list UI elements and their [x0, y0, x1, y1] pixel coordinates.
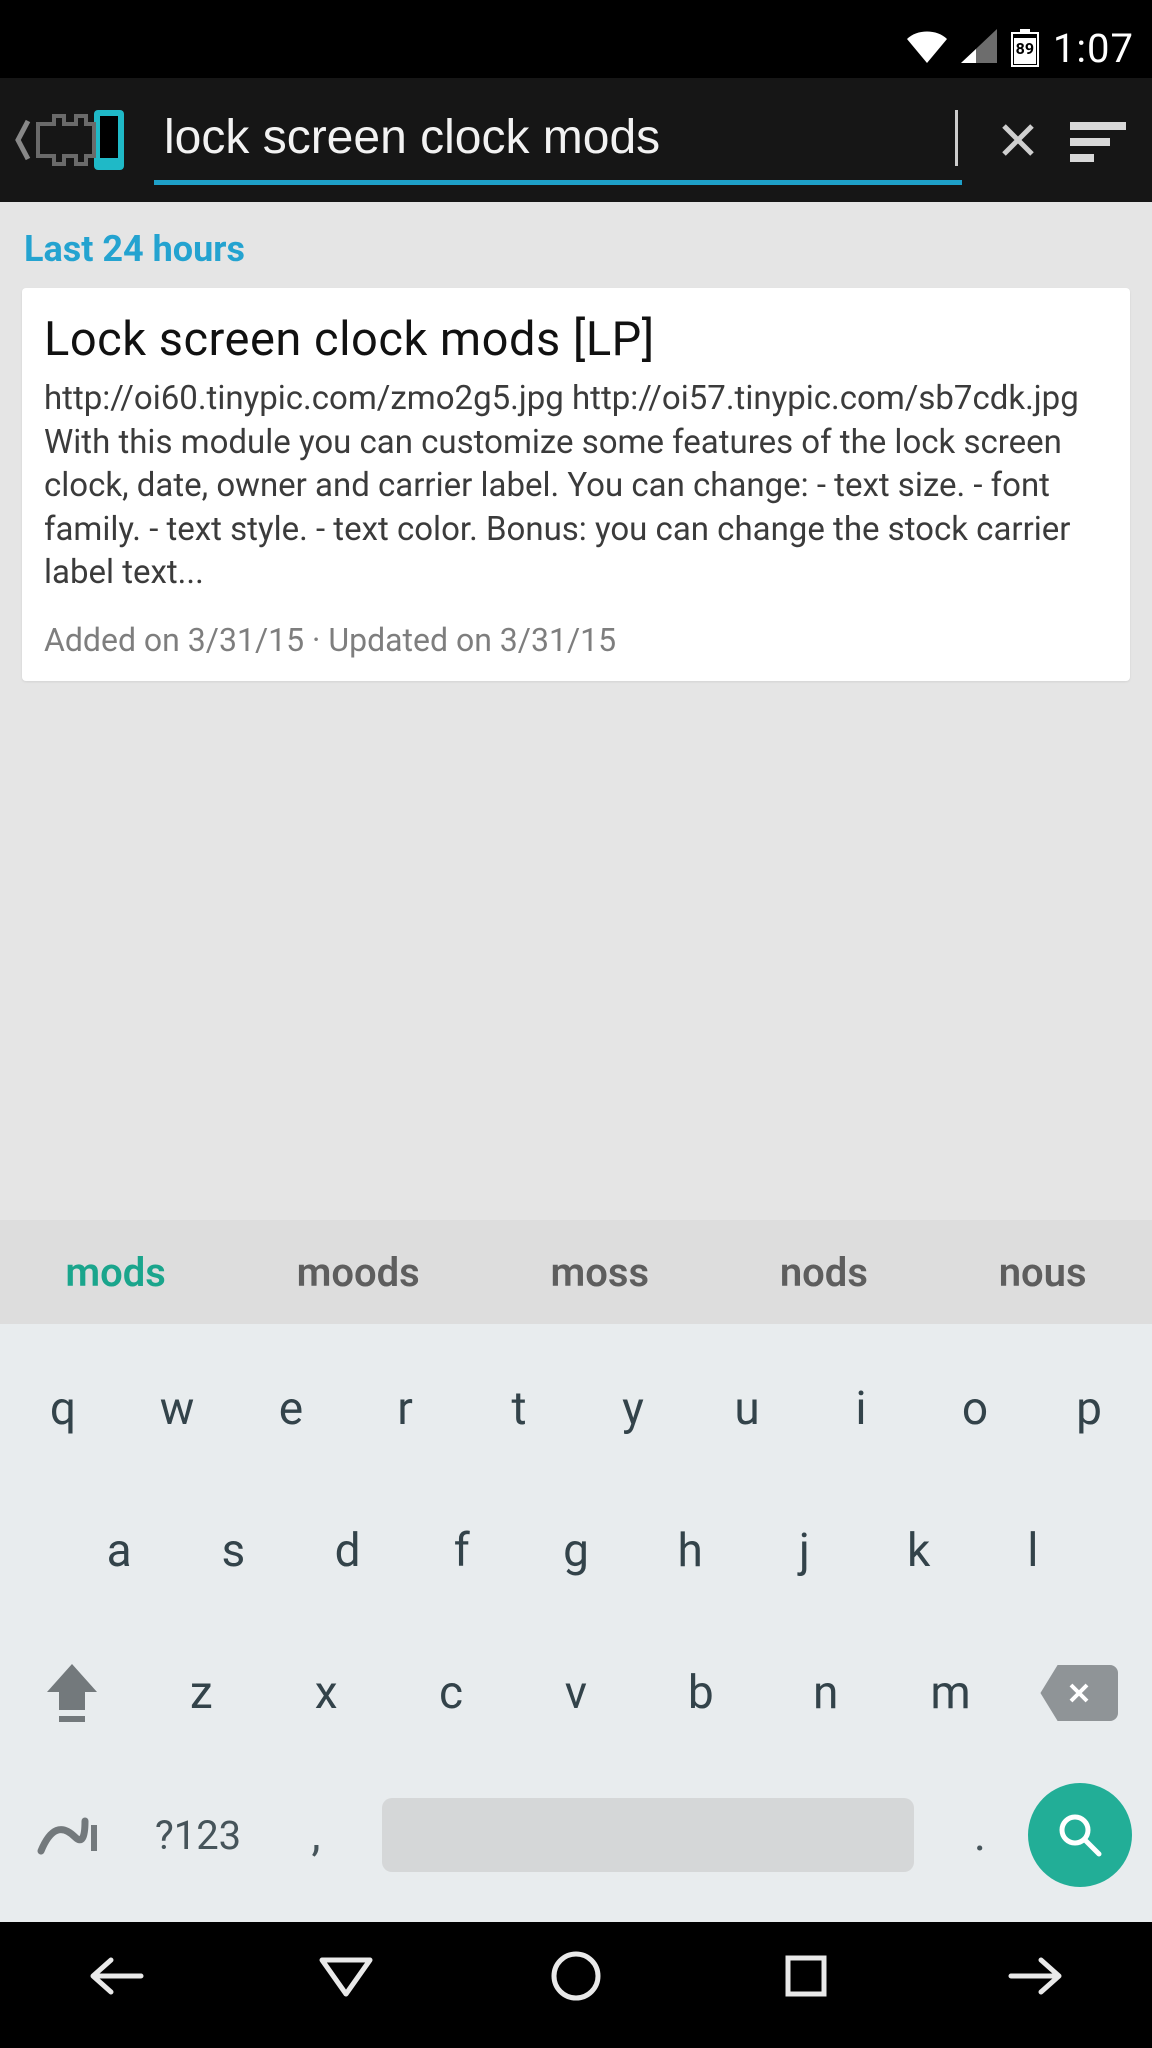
- suggestion-3[interactable]: moss: [537, 1245, 664, 1300]
- result-meta: Added on 3/31/15 · Updated on 3/31/15: [44, 621, 1108, 659]
- xposed-logo-icon: [32, 104, 128, 176]
- key-g[interactable]: g: [520, 1491, 632, 1611]
- key-t[interactable]: t: [463, 1349, 575, 1469]
- text-cursor: [955, 110, 958, 166]
- key-numeric[interactable]: ?123: [128, 1812, 268, 1859]
- keyboard-suggestions: mods moods moss nods nous: [0, 1220, 1152, 1324]
- key-r[interactable]: r: [349, 1349, 461, 1469]
- key-search[interactable]: [1028, 1783, 1132, 1887]
- key-y[interactable]: y: [577, 1349, 689, 1469]
- key-j[interactable]: j: [748, 1491, 860, 1611]
- nav-forward-arrow[interactable]: [977, 1936, 1097, 2016]
- keyboard-row-2: a s d f g h j k l: [6, 1480, 1146, 1622]
- suggestion-2[interactable]: moods: [283, 1245, 434, 1300]
- key-space[interactable]: [382, 1798, 914, 1872]
- search-icon: [1055, 1810, 1105, 1860]
- sort-button[interactable]: [1062, 104, 1134, 176]
- close-icon: [998, 120, 1038, 160]
- clear-search-button[interactable]: [982, 104, 1054, 176]
- battery-icon: 89: [1011, 29, 1039, 67]
- key-a[interactable]: a: [63, 1491, 175, 1611]
- nav-back[interactable]: [286, 1936, 406, 2016]
- nav-recents[interactable]: [746, 1936, 866, 2016]
- key-s[interactable]: s: [177, 1491, 289, 1611]
- key-u[interactable]: u: [691, 1349, 803, 1469]
- key-d[interactable]: d: [292, 1491, 404, 1611]
- key-backspace[interactable]: [1019, 1665, 1139, 1721]
- key-z[interactable]: z: [145, 1633, 257, 1753]
- battery-percent: 89: [1016, 39, 1034, 58]
- key-m[interactable]: m: [895, 1633, 1007, 1753]
- nav-home[interactable]: [516, 1936, 636, 2016]
- key-h[interactable]: h: [634, 1491, 746, 1611]
- app-bar: [0, 78, 1152, 202]
- key-e[interactable]: e: [235, 1349, 347, 1469]
- back-button[interactable]: [8, 104, 134, 176]
- suggestion-4[interactable]: nods: [766, 1245, 882, 1300]
- suggestion-5[interactable]: nous: [985, 1245, 1101, 1300]
- key-f[interactable]: f: [406, 1491, 518, 1611]
- key-comma[interactable]: ,: [276, 1808, 356, 1862]
- filter-label: Last 24 hours: [24, 228, 1128, 270]
- nav-back-arrow[interactable]: [55, 1936, 175, 2016]
- key-n[interactable]: n: [770, 1633, 882, 1753]
- device-frame: 89 1:07 Last 24 h: [0, 18, 1152, 2030]
- key-shift[interactable]: [12, 1662, 132, 1724]
- arrow-left-icon: [85, 1952, 145, 2000]
- key-o[interactable]: o: [919, 1349, 1031, 1469]
- backspace-icon: [1040, 1665, 1118, 1721]
- key-l[interactable]: l: [977, 1491, 1089, 1611]
- letterbox-bottom: [0, 2030, 1152, 2048]
- triangle-down-icon: [318, 1954, 374, 1998]
- search-input[interactable]: [164, 110, 955, 165]
- key-swipe-input[interactable]: [20, 1807, 120, 1863]
- key-i[interactable]: i: [805, 1349, 917, 1469]
- keyboard: q w e r t y u i o p a s d f g h j k l: [0, 1324, 1152, 1922]
- result-title: Lock screen clock mods [LP]: [44, 312, 1108, 367]
- chevron-left-icon: [14, 115, 32, 165]
- key-k[interactable]: k: [863, 1491, 975, 1611]
- cell-signal-icon: [961, 29, 997, 67]
- key-c[interactable]: c: [395, 1633, 507, 1753]
- navigation-bar: [0, 1922, 1152, 2030]
- keyboard-row-3: z x c v b n m: [6, 1622, 1146, 1764]
- circle-icon: [550, 1950, 602, 2002]
- key-w[interactable]: w: [121, 1349, 233, 1469]
- shift-icon: [45, 1662, 99, 1724]
- key-q[interactable]: q: [7, 1349, 119, 1469]
- key-p[interactable]: p: [1033, 1349, 1145, 1469]
- keyboard-row-1: q w e r t y u i o p: [6, 1338, 1146, 1480]
- key-b[interactable]: b: [645, 1633, 757, 1753]
- status-time: 1:07: [1053, 25, 1134, 72]
- keyboard-row-4: ?123 , .: [6, 1764, 1146, 1906]
- sort-icon: [1066, 116, 1130, 164]
- content-area[interactable]: Last 24 hours Lock screen clock mods [LP…: [0, 202, 1152, 1220]
- search-field-wrap: [154, 95, 962, 185]
- status-bar: 89 1:07: [0, 18, 1152, 78]
- square-icon: [782, 1952, 830, 2000]
- key-v[interactable]: v: [520, 1633, 632, 1753]
- key-period[interactable]: .: [940, 1808, 1020, 1862]
- arrow-right-icon: [1007, 1952, 1067, 2000]
- result-description: http://oi60.tinypic.com/zmo2g5.jpg http:…: [44, 377, 1108, 595]
- swipe-icon: [35, 1807, 105, 1863]
- suggestion-1[interactable]: mods: [51, 1245, 179, 1300]
- letterbox-top: [0, 0, 1152, 18]
- wifi-icon: [907, 29, 947, 67]
- result-card[interactable]: Lock screen clock mods [LP] http://oi60.…: [22, 288, 1130, 681]
- key-x[interactable]: x: [270, 1633, 382, 1753]
